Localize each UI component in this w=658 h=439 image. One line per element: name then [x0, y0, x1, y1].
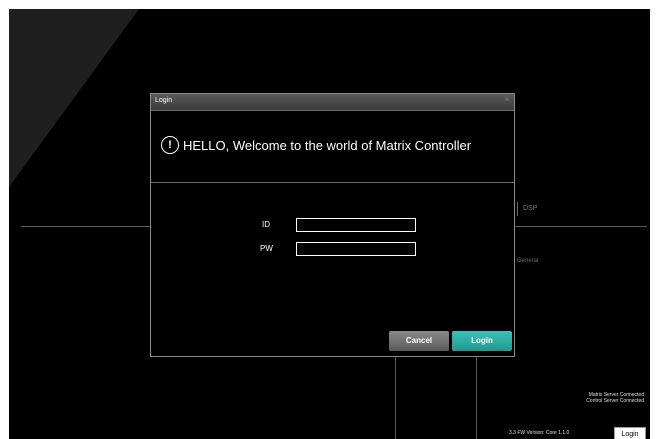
id-input[interactable]: [296, 218, 416, 232]
server-status: Matrix Server Connected Control Server C…: [549, 392, 644, 404]
dialog-title: Login: [155, 97, 173, 104]
divider-right: [509, 226, 647, 227]
decorative-diagonal: [9, 9, 139, 187]
divider-vertical-1: [395, 348, 396, 439]
dialog-separator: [151, 182, 514, 183]
pw-input[interactable]: [296, 242, 416, 256]
divider-vertical-2: [476, 348, 477, 439]
login-dialog: Login × ! HELLO, Welcome to the world of…: [150, 93, 515, 357]
app-screen: DSP General Matrix Server Connected Cont…: [9, 9, 650, 439]
fw-version: 3.3 FW Version: Core 1.1.0: [509, 430, 570, 436]
login-button[interactable]: Login: [452, 331, 512, 351]
divider-left: [21, 226, 156, 227]
pw-label: PW: [260, 244, 273, 253]
welcome-message: ! HELLO, Welcome to the world of Matrix …: [161, 136, 471, 154]
corner-login-button[interactable]: Login: [614, 427, 646, 439]
dialog-titlebar: Login ×: [151, 94, 514, 111]
general-label: General: [517, 258, 539, 264]
tab-dsp[interactable]: DSP: [517, 202, 537, 216]
control-server-status: Control Server Connected: [586, 398, 644, 404]
close-icon[interactable]: ×: [505, 97, 509, 104]
info-circle-icon: !: [161, 136, 179, 154]
welcome-text: HELLO, Welcome to the world of Matrix Co…: [183, 137, 472, 153]
id-label: ID: [262, 220, 270, 229]
cancel-button[interactable]: Cancel: [389, 331, 449, 351]
